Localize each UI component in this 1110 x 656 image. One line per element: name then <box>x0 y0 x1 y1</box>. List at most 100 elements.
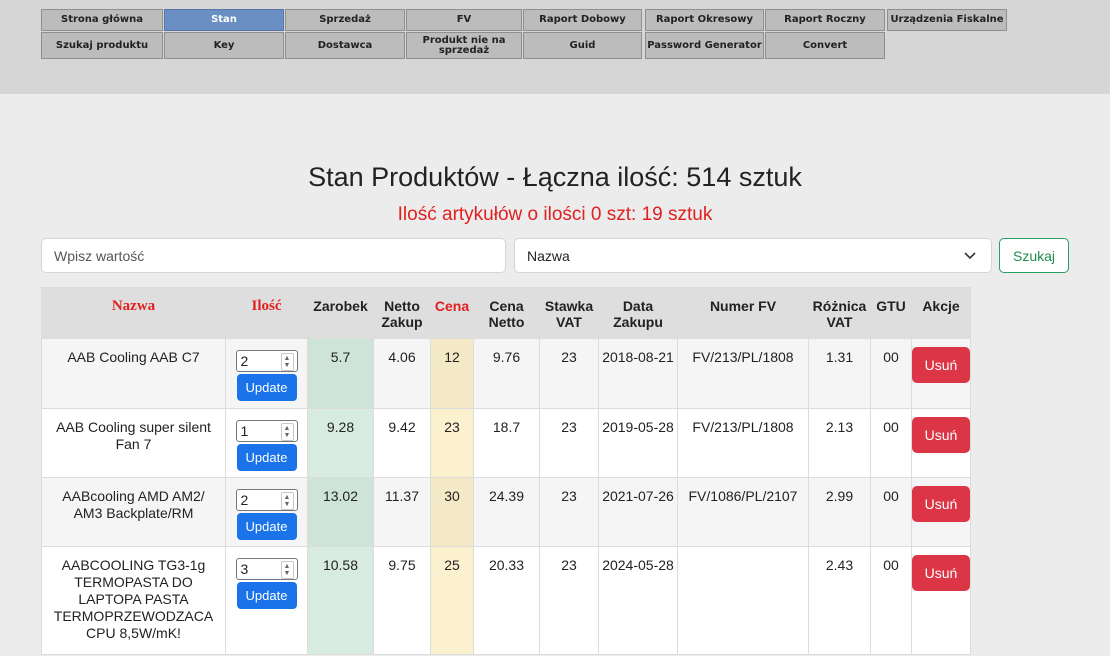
nav-button-strona-glowna[interactable]: Strona główna <box>41 9 163 31</box>
cell-cena-netto: 24.39 <box>473 477 540 547</box>
nav-button-raport-dobowy[interactable]: Raport Dobowy <box>523 9 642 31</box>
cell-data-zakupu: 2018-08-21 <box>598 338 678 409</box>
cell-gtu: 00 <box>870 408 912 478</box>
col-header-ilosc[interactable]: Ilość <box>225 287 308 339</box>
col-header-zarobek: Zarobek <box>307 287 374 339</box>
cell-cena: 12 <box>430 338 474 409</box>
quantity-stepper[interactable]: 3 ▲ ▼ <box>235 558 298 580</box>
table-row: AABcooling AMD AM2/ AM3 Backplate/RM 2 ▲ ▼ U… <box>41 477 971 547</box>
cell-netto-zakup: 11.37 <box>373 477 431 547</box>
quantity-value: 2 <box>240 491 249 508</box>
delete-button[interactable]: Usuń <box>912 486 970 522</box>
cell-cena: 30 <box>430 477 474 547</box>
table-row: AAB Cooling AAB C7 2 ▲ ▼ Update 5.7 4.06 12 9.76… <box>41 338 971 409</box>
quantity-value: 1 <box>240 422 249 439</box>
search-field-select[interactable]: Nazwa <box>514 238 992 273</box>
cell-cena-netto: 9.76 <box>473 338 540 409</box>
cell-akcje: Usuń <box>911 477 971 547</box>
nav-button-dostawca[interactable]: Dostawca <box>285 32 405 59</box>
nav-button-convert[interactable]: Convert <box>765 32 885 59</box>
col-header-stawka-vat: Stawka VAT <box>539 287 599 339</box>
page-title: Stan Produktów - Łączna ilość: 514 sztuk <box>308 162 802 192</box>
nav-button-stan[interactable]: Stan <box>164 9 284 31</box>
cell-akcje: Usuń <box>911 338 971 409</box>
nav-button-guid[interactable]: Guid <box>523 32 642 59</box>
cell-stawka-vat: 23 <box>539 408 599 478</box>
cell-stawka-vat: 23 <box>539 338 599 409</box>
cell-cena-netto: 18.7 <box>473 408 540 478</box>
nav-button-password-generator[interactable]: Password Generator <box>645 32 764 59</box>
nav-button-raport-okresowy[interactable]: Raport Okresowy <box>645 9 764 31</box>
quantity-value: 2 <box>240 352 249 369</box>
quantity-stepper[interactable]: 2 ▲ ▼ <box>235 489 298 511</box>
cell-nazwa: AAB Cooling AAB C7 <box>41 338 226 409</box>
cell-nazwa: AABcooling AMD AM2/ AM3 Backplate/RM <box>41 477 226 547</box>
spinner-arrows-icon[interactable]: ▲ ▼ <box>280 353 294 371</box>
col-header-data-zakupu: Data Zakupu <box>598 287 678 339</box>
update-button[interactable]: Update <box>236 513 297 540</box>
cell-gtu: 00 <box>870 546 912 655</box>
update-button[interactable]: Update <box>236 374 297 401</box>
cell-gtu: 00 <box>870 338 912 409</box>
search-button[interactable]: Szukaj <box>999 238 1069 273</box>
quantity-stepper[interactable]: 1 ▲ ▼ <box>235 420 298 442</box>
nav-button-sprzedaz[interactable]: Sprzedaż <box>285 9 405 31</box>
cell-ilosc: 1 ▲ ▼ Update <box>225 408 308 478</box>
table-row: AAB Cooling super silent Fan 7 1 ▲ ▼ Update 9… <box>41 408 971 478</box>
cell-numer-fv: FV/213/PL/1808 <box>677 408 809 478</box>
top-navigation: Strona główna Stan Sprzedaż FV Raport Dobowy… <box>0 0 1110 94</box>
cell-data-zakupu: 2024-05-28 <box>598 546 678 655</box>
cell-roznica-vat: 1.31 <box>808 338 871 409</box>
spinner-arrows-icon[interactable]: ▲ ▼ <box>280 561 294 579</box>
nav-button-urzadzenia-fiskalne[interactable]: Urządzenia Fiskalne <box>887 9 1007 31</box>
col-header-cena[interactable]: Cena <box>430 287 474 339</box>
delete-button[interactable]: Usuń <box>912 555 970 591</box>
cell-nazwa: AABCOOLING TG3-1g TERMOPASTA DO LAPTOPA … <box>41 546 226 655</box>
nav-button-produkt-nie-na-sprzedaz[interactable]: Produkt nie na sprzedaż <box>406 32 522 59</box>
spinner-arrows-icon[interactable]: ▲ ▼ <box>280 492 294 510</box>
chevron-down-icon <box>964 252 976 260</box>
nav-button-raport-roczny[interactable]: Raport Roczny <box>765 9 885 31</box>
nav-button-szukaj-produktu[interactable]: Szukaj produktu <box>41 32 163 59</box>
cell-numer-fv: FV/1086/PL/2107 <box>677 477 809 547</box>
col-header-nazwa[interactable]: Nazwa <box>41 287 226 339</box>
quantity-editor: 1 ▲ ▼ Update <box>226 419 307 471</box>
col-header-netto-zakup: Netto Zakup <box>373 287 431 339</box>
cell-zarobek: 10.58 <box>307 546 374 655</box>
cell-netto-zakup: 9.42 <box>373 408 431 478</box>
zero-stock-summary: Ilość artykułów o ilości 0 szt: 19 sztuk <box>397 204 713 225</box>
cell-akcje: Usuń <box>911 408 971 478</box>
cell-roznica-vat: 2.13 <box>808 408 871 478</box>
cell-cena-netto: 20.33 <box>473 546 540 655</box>
cell-zarobek: 9.28 <box>307 408 374 478</box>
quantity-stepper[interactable]: 2 ▲ ▼ <box>235 350 298 372</box>
cell-zarobek: 5.7 <box>307 338 374 409</box>
col-header-akcje: Akcje <box>911 287 971 339</box>
col-header-roznica-vat: Różnica VAT <box>808 287 871 339</box>
update-button[interactable]: Update <box>236 582 297 609</box>
cell-netto-zakup: 9.75 <box>373 546 431 655</box>
quantity-value: 3 <box>240 560 249 577</box>
stock-table: Nazwa Ilość Zarobek Netto Zakup Cena Cen… <box>41 287 971 655</box>
cell-roznica-vat: 2.43 <box>808 546 871 655</box>
cell-roznica-vat: 2.99 <box>808 477 871 547</box>
quantity-editor: 2 ▲ ▼ Update <box>226 488 307 540</box>
search-input[interactable] <box>41 238 506 273</box>
update-button[interactable]: Update <box>236 444 297 471</box>
cell-numer-fv: FV/213/PL/1808 <box>677 338 809 409</box>
cell-stawka-vat: 23 <box>539 546 599 655</box>
table-row: AABCOOLING TG3-1g TERMOPASTA DO LAPTOPA … <box>41 546 971 655</box>
cell-ilosc: 2 ▲ ▼ Update <box>225 477 308 547</box>
quantity-editor: 2 ▲ ▼ Update <box>226 349 307 401</box>
spinner-arrows-icon[interactable]: ▲ ▼ <box>280 423 294 441</box>
col-header-numer-fv: Numer FV <box>677 287 809 339</box>
cell-nazwa: AAB Cooling super silent Fan 7 <box>41 408 226 478</box>
delete-button[interactable]: Usuń <box>912 347 970 383</box>
cell-cena: 25 <box>430 546 474 655</box>
nav-button-fv[interactable]: FV <box>406 9 522 31</box>
delete-button[interactable]: Usuń <box>912 417 970 453</box>
table-header-row: Nazwa Ilość Zarobek Netto Zakup Cena Cen… <box>41 287 971 339</box>
nav-button-key[interactable]: Key <box>164 32 284 59</box>
cell-gtu: 00 <box>870 477 912 547</box>
cell-ilosc: 2 ▲ ▼ Update <box>225 338 308 409</box>
